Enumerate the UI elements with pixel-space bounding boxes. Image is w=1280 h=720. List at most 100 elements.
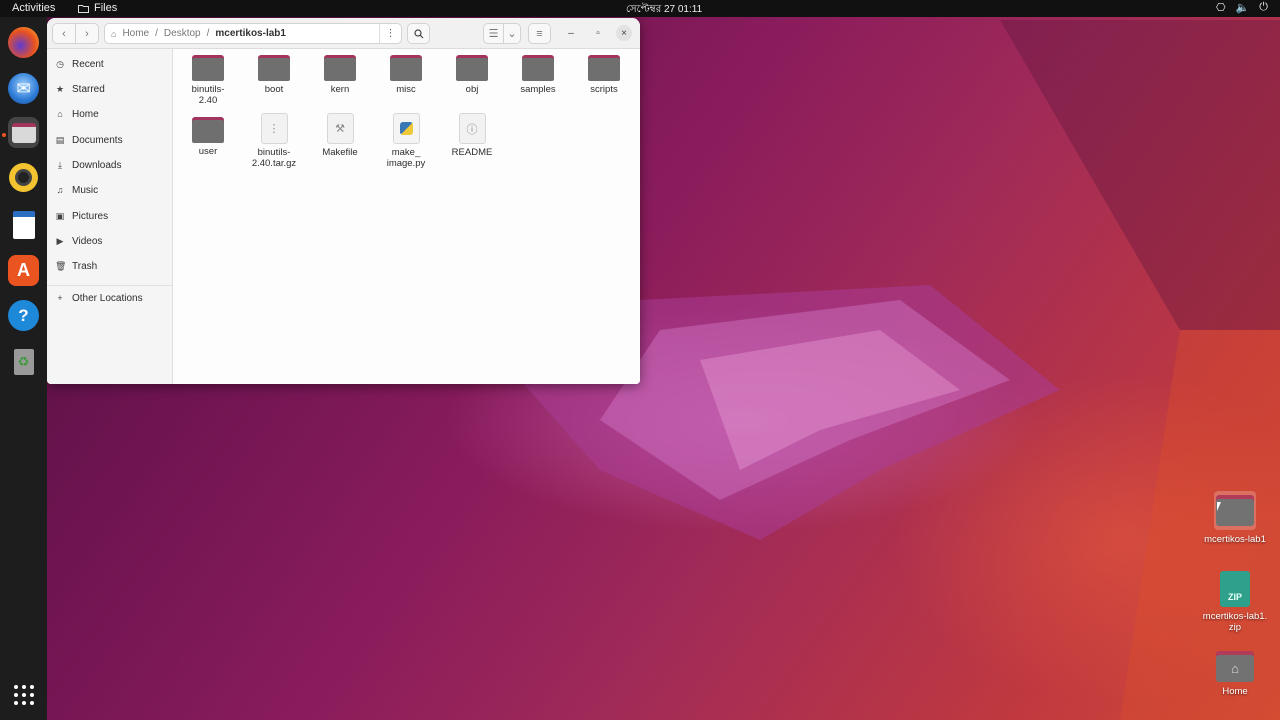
files-icon[interactable] [8, 117, 39, 148]
maximize-button[interactable]: ▫ [590, 25, 606, 41]
volume-icon: 🔈 [1235, 2, 1250, 14]
music-icon: ♫ [56, 185, 64, 195]
archive-icon: ⋮ [260, 113, 288, 144]
files-window: ‹ › ⌂ Home / Desktop / mcertikos-lab1 ⋮ … [47, 18, 640, 384]
view-options-button[interactable]: ⌄ [503, 23, 521, 44]
show-apps-icon[interactable] [8, 679, 39, 710]
rhythmbox-icon[interactable] [9, 163, 38, 192]
home-icon: ⌂ [111, 28, 117, 39]
mouse-cursor [1217, 502, 1225, 511]
app-menu[interactable]: Files [78, 2, 117, 14]
zip-badge: ZIP [1227, 592, 1242, 602]
picture-icon: ▣ [55, 210, 65, 221]
file-item-kern[interactable]: kern [308, 55, 372, 95]
breadcrumb-desktop[interactable]: Desktop [164, 28, 201, 39]
sidebar-item-pictures[interactable]: ▣ Pictures [55, 207, 108, 225]
desktop-icon-mcertikos-zip[interactable]: ZIP mcertikos-lab1. zip [1195, 571, 1275, 633]
list-view-icon: ☰ [488, 28, 499, 40]
breadcrumb-separator: / [206, 28, 210, 39]
grid-icon [13, 684, 34, 705]
desktop-icon-mcertikos-folder[interactable]: mcertikos-lab1 [1195, 491, 1275, 545]
breadcrumb-home[interactable]: Home [122, 28, 149, 39]
folder-icon [258, 55, 290, 81]
sidebar-item-documents[interactable]: ▤ Documents [55, 131, 123, 149]
file-name: binutils- 2.40 [191, 84, 225, 106]
file-item-makefile[interactable]: ⚒ Makefile [308, 113, 372, 158]
activities-button[interactable]: Activities [12, 2, 55, 14]
file-item-scripts[interactable]: scripts [572, 55, 636, 95]
clock[interactable]: সেপ্টেম্বর 27 01:11 [626, 2, 702, 19]
file-name: Makefile [322, 147, 358, 158]
sidebar-item-recent[interactable]: ◷ Recent [55, 55, 104, 73]
breadcrumb-current[interactable]: mcertikos-lab1 [215, 28, 286, 39]
chevron-right-icon: › [85, 27, 89, 40]
star-icon: ★ [55, 83, 65, 94]
download-icon: ⤓ [58, 159, 62, 170]
desktop-icon-label: Home [1222, 686, 1248, 697]
folder-menu-button[interactable]: ⋮ [379, 24, 401, 43]
video-icon: ▶ [56, 235, 64, 246]
sidebar-item-label: Music [72, 184, 99, 196]
home-icon: ⌂ [57, 109, 63, 119]
chevron-down-icon: ⌄ [507, 28, 517, 40]
file-name: user [198, 146, 218, 157]
sidebar-item-label: Trash [72, 260, 98, 272]
file-item-readme[interactable]: ⓘ README [440, 113, 504, 158]
system-tray[interactable]: ⎔ 🔈 ⏻ [1216, 1, 1268, 14]
firefox-icon[interactable] [8, 27, 39, 58]
top-bar: Activities Files সেপ্টেম্বর 27 01:11 ⎔ 🔈… [0, 0, 1280, 17]
zip-archive-icon: ZIP [1220, 571, 1250, 607]
makefile-icon: ⚒ [326, 113, 354, 144]
main-menu-button[interactable]: ≡ [528, 23, 551, 44]
sidebar-item-trash[interactable]: 🗑 Trash [55, 257, 97, 275]
file-name: boot [264, 84, 284, 95]
home-icon: ⌂ [1231, 661, 1239, 676]
sidebar-item-label: Downloads [72, 159, 122, 171]
file-name: make_ image.py [386, 147, 426, 169]
thunderbird-icon[interactable]: ✉ [8, 73, 39, 104]
sidebar-item-videos[interactable]: ▶ Videos [55, 232, 103, 250]
file-grid: binutils- 2.40 boot kern misc obj sample… [173, 49, 640, 384]
file-name: kern [330, 84, 350, 95]
sidebar-item-label: Videos [72, 235, 103, 247]
files-app-icon [78, 4, 89, 13]
document-icon: ▤ [55, 134, 65, 145]
sidebar-item-music[interactable]: ♫ Music [55, 181, 99, 199]
sidebar-item-downloads[interactable]: ⤓ Downloads [55, 156, 121, 174]
search-button[interactable] [407, 23, 430, 44]
minimize-button[interactable]: – [563, 25, 579, 41]
close-button[interactable]: × [616, 25, 632, 41]
file-name: binutils- 2.40.tar.gz [251, 147, 297, 169]
sidebar-item-home[interactable]: ⌂ Home [55, 105, 98, 123]
sidebar-item-other-locations[interactable]: + Other Locations [55, 289, 142, 307]
forward-button[interactable]: › [75, 23, 99, 44]
file-item-obj[interactable]: obj [440, 55, 504, 95]
file-name: misc [396, 84, 416, 95]
clock-icon: ◷ [56, 58, 64, 69]
python-file-icon [392, 113, 420, 144]
file-name: scripts [590, 84, 618, 95]
help-icon[interactable]: ? [8, 300, 39, 331]
software-icon[interactable]: A [8, 255, 39, 286]
view-toggle-button[interactable]: ☰ [483, 23, 504, 44]
file-item-boot[interactable]: boot [242, 55, 306, 95]
trash-icon: 🗑 [55, 260, 67, 271]
trash-icon[interactable]: ♻ [8, 346, 39, 377]
hamburger-icon: ≡ [536, 27, 543, 40]
sidebar-item-label: Recent [72, 58, 104, 70]
sidebar-item-label: Pictures [72, 210, 109, 222]
sidebar-item-starred[interactable]: ★ Starred [55, 80, 105, 98]
file-item-user[interactable]: user [176, 117, 240, 157]
network-icon: ⎔ [1215, 2, 1226, 14]
file-item-binutils-archive[interactable]: ⋮ binutils- 2.40.tar.gz [242, 113, 306, 169]
sidebar-item-label: Starred [72, 83, 105, 95]
file-item-samples[interactable]: samples [506, 55, 570, 95]
dock: ✉ A ? ♻ [0, 17, 47, 720]
file-item-binutils-folder[interactable]: binutils- 2.40 [176, 55, 240, 106]
back-button[interactable]: ‹ [52, 23, 76, 44]
desktop-icon-home[interactable]: ⌂ Home [1195, 651, 1275, 697]
file-item-misc[interactable]: misc [374, 55, 438, 95]
folder-icon [588, 55, 620, 81]
file-item-make-image-py[interactable]: make_ image.py [374, 113, 438, 169]
writer-icon[interactable] [8, 209, 39, 240]
